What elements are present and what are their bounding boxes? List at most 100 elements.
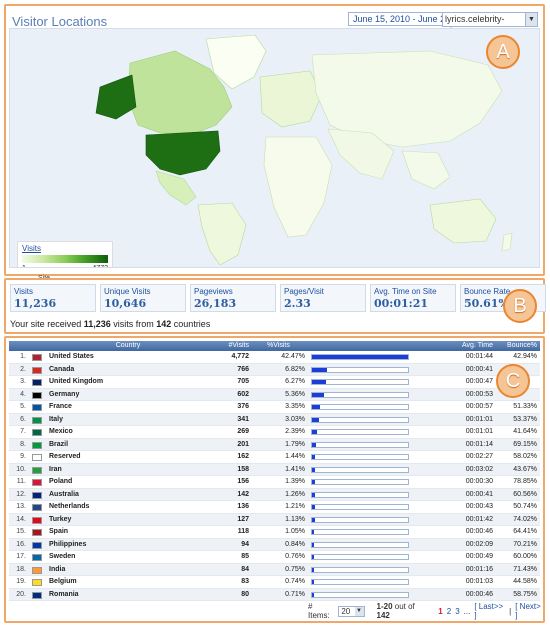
row-number: 15.	[16, 528, 26, 535]
table-row[interactable]: 13. Netherlands 136 1.21% 00:00:43 50.74%	[9, 501, 540, 514]
legend-label[interactable]: Visits	[22, 244, 108, 253]
country-name[interactable]: Spain	[47, 526, 207, 538]
country-avg-time: 00:01:01	[465, 415, 493, 423]
country-name[interactable]: Italy	[47, 414, 207, 426]
visits-bar	[311, 389, 423, 401]
header-bounce[interactable]: Bounce%	[493, 341, 540, 351]
page-link-1[interactable]: 1	[438, 607, 442, 616]
country-avg-time: 00:00:41	[465, 490, 493, 498]
chevron-down-icon[interactable]: ▼	[525, 13, 537, 26]
table-row[interactable]: 18. India 84 0.75% 00:01:16 71.43%	[9, 563, 540, 576]
table-row[interactable]: 2. Canada 766 6.82% 00:00:41	[9, 363, 540, 376]
country-visits: 80	[241, 590, 249, 598]
row-number: 1.	[20, 353, 26, 360]
table-row[interactable]: 16. Philippines 94 0.84% 00:02:09 70.21%	[9, 538, 540, 551]
annotation-badge-b: B	[503, 289, 537, 323]
country-pct-visits: 1.79%	[285, 440, 305, 448]
visits-bar-fill	[312, 542, 314, 547]
country-avg-time: 00:01:03	[465, 578, 493, 585]
table-row[interactable]: 20. Romania 80 0.71% 00:00:46 58.75%	[9, 588, 540, 601]
country-name[interactable]: United States	[47, 351, 207, 363]
visits-bar-fill	[312, 405, 320, 409]
table-row[interactable]: 14. Turkey 127 1.13% 00:01:42 74.02%	[9, 513, 540, 526]
table-row[interactable]: 19. Belgium 83 0.74% 00:01:03 44.58%	[9, 576, 540, 589]
table-row[interactable]: 7. Mexico 269 2.39% 00:01:01 41.64%	[9, 426, 540, 439]
table-row[interactable]: 17. Sweden 85 0.76% 00:00:49 60.00%	[9, 551, 540, 564]
country-pct-visits: 1.05%	[285, 528, 305, 535]
metric-value: 10,646	[104, 297, 147, 310]
visits-bar-fill	[312, 467, 315, 472]
country-name[interactable]: Netherlands	[47, 501, 207, 513]
table-row[interactable]: 10. Iran 158 1.41% 00:03:02 43.67%	[9, 463, 540, 476]
country-name[interactable]: Philippines	[47, 539, 207, 551]
table-row[interactable]: 1. United States 4,772 42.47% 00:01:44 42.94%	[9, 351, 540, 364]
country-avg-time: 00:00:46	[465, 528, 493, 535]
country-name[interactable]: Poland	[47, 476, 207, 488]
country-name[interactable]: Germany	[47, 389, 207, 401]
country-pct-visits: 0.76%	[285, 553, 305, 560]
site-metrics-panel: Visits 11,236 Unique Visits 10,646 Pagev…	[4, 278, 546, 334]
country-name[interactable]: Iran	[47, 464, 207, 476]
country-visits: 162	[237, 453, 249, 460]
country-bounce: 53.37%	[513, 415, 537, 423]
row-number: 7.	[20, 428, 26, 435]
visits-bar	[311, 376, 423, 388]
flag-icon	[29, 364, 47, 376]
country-name[interactable]: Romania	[47, 589, 207, 601]
page-link-2[interactable]: 2	[447, 607, 451, 616]
country-avg-time: 00:00:53	[465, 390, 493, 398]
visits-bar	[311, 489, 423, 501]
country-name[interactable]: France	[47, 401, 207, 413]
visits-bar	[311, 476, 423, 488]
table-row[interactable]: 9. Reserved 162 1.44% 00:02:27 58.02%	[9, 451, 540, 464]
header-avg-time[interactable]: Avg. Time	[423, 341, 493, 351]
header-visits[interactable]: #Visits	[207, 341, 250, 351]
world-map[interactable]: Visits 1 4772	[9, 28, 540, 268]
country-name[interactable]: Canada	[47, 364, 207, 376]
site-select[interactable]: lyrics.celebrity-pictures.ca ▼	[442, 12, 538, 36]
row-number: 16.	[16, 540, 26, 548]
country-name[interactable]: Sweden	[47, 551, 207, 563]
country-name[interactable]: United Kingdom	[47, 376, 207, 388]
country-visits: 766	[237, 365, 249, 373]
country-name[interactable]: Mexico	[47, 426, 207, 438]
panel-title: Visitor Locations	[12, 14, 108, 29]
row-number: 8.	[20, 440, 26, 448]
visits-bar	[311, 439, 423, 451]
country-pct-visits: 1.39%	[285, 478, 305, 485]
country-name[interactable]: Reserved	[47, 451, 207, 463]
table-row[interactable]: 12. Australia 142 1.26% 00:00:41 60.56%	[9, 488, 540, 501]
country-visits: 4,772	[231, 353, 249, 360]
table-row[interactable]: 15. Spain 118 1.05% 00:00:46 64.41%	[9, 526, 540, 539]
country-bounce: 71.43%	[513, 565, 537, 573]
table-row[interactable]: 4. Germany 602 5.36% 00:00:53	[9, 388, 540, 401]
country-pct-visits: 1.41%	[285, 465, 305, 473]
pager-separator: |	[509, 606, 512, 616]
flag-icon	[29, 414, 47, 426]
country-pct-visits: 3.35%	[285, 403, 305, 410]
table-row[interactable]: 8. Brazil 201 1.79% 00:01:14 69.15%	[9, 438, 540, 451]
country-bounce: 44.58%	[513, 578, 537, 585]
flag-icon	[29, 539, 47, 551]
chevron-down-icon[interactable]: ▼	[354, 606, 364, 616]
country-avg-time: 00:01:16	[465, 565, 493, 573]
country-name[interactable]: Australia	[47, 489, 207, 501]
page-link-3[interactable]: 3	[455, 607, 459, 616]
country-name[interactable]: Brazil	[47, 439, 207, 451]
table-row[interactable]: 5. France 376 3.35% 00:00:57 51.33%	[9, 401, 540, 414]
table-body: 1. United States 4,772 42.47% 00:01:44 42.94%…	[9, 351, 540, 601]
country-name[interactable]: Belgium	[47, 576, 207, 588]
last-page-link[interactable]: [ Last>> ]	[474, 602, 505, 620]
next-page-link[interactable]: [ Next> ]	[515, 602, 543, 620]
table-row[interactable]: 3. United Kingdom 705 6.27% 00:00:47	[9, 376, 540, 389]
country-bounce: 50.74%	[513, 503, 537, 510]
country-name[interactable]: Turkey	[47, 514, 207, 526]
country-name[interactable]: India	[47, 564, 207, 576]
table-row[interactable]: 6. Italy 341 3.03% 00:01:01 53.37%	[9, 413, 540, 426]
header-country[interactable]: Country	[47, 341, 207, 351]
row-number: 14.	[16, 515, 26, 523]
items-per-page-select[interactable]: 20 ▼	[338, 605, 365, 617]
pagination: # Items: 20 ▼ 1-20 out of 142 1 2 3 ... […	[308, 602, 543, 620]
header-pct-visits[interactable]: %Visits	[249, 341, 311, 351]
table-row[interactable]: 11. Poland 156 1.39% 00:00:30 78.85%	[9, 476, 540, 489]
